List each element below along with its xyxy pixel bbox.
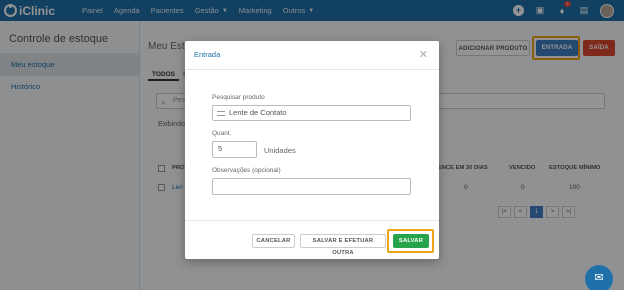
cancel-button[interactable]: CANCELAR — [252, 234, 295, 248]
save-button-highlight — [387, 229, 434, 253]
product-label: Pesquisar produto — [212, 94, 265, 101]
quantity-input[interactable]: 5 — [212, 141, 257, 158]
close-icon[interactable]: ✕ — [419, 48, 428, 61]
obs-label: Observações (opcional) — [212, 167, 281, 174]
list-icon — [217, 111, 225, 116]
modal-title: Entrada — [194, 50, 221, 59]
chat-bubble-icon[interactable]: ✉ — [585, 265, 613, 290]
observations-input[interactable] — [212, 178, 411, 195]
product-value: Lente de Contato — [229, 108, 287, 117]
save-and-another-button[interactable]: SALVAR E EFETUAR OUTRA — [300, 234, 386, 256]
qty-label: Quant. — [212, 130, 232, 137]
product-search-input[interactable]: Lente de Contato — [212, 105, 411, 121]
divider — [185, 220, 439, 221]
units-label: Unidades — [264, 146, 296, 155]
divider — [185, 69, 439, 70]
entry-modal: Entrada ✕ Pesquisar produto Lente de Con… — [185, 41, 439, 259]
